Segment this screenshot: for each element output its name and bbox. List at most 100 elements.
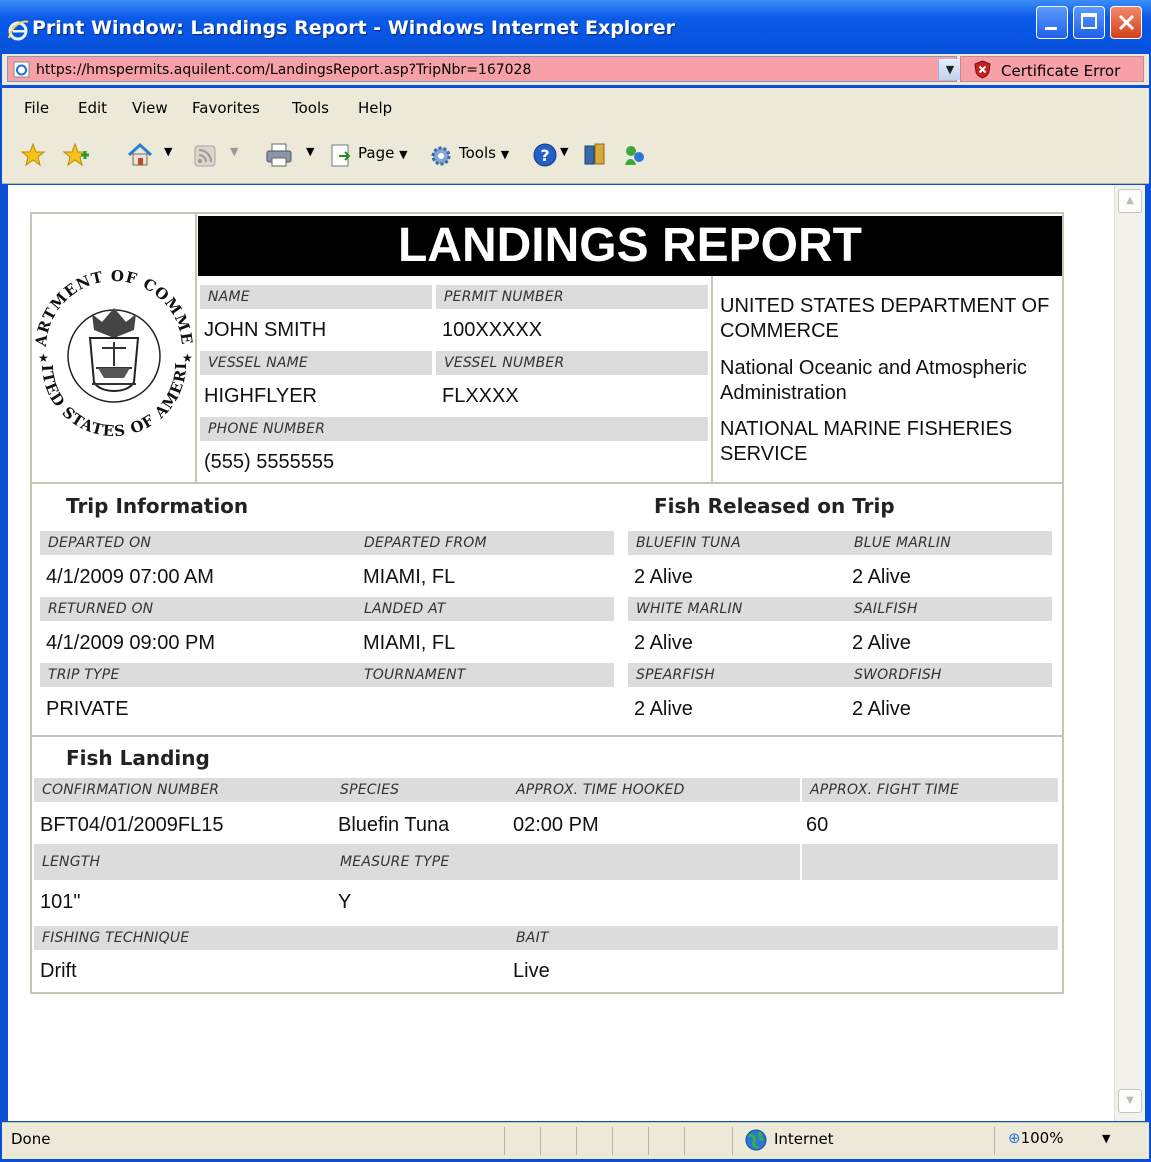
confirmation-number-value: BFT04/01/2009FL15: [40, 814, 224, 836]
menu-tools[interactable]: Tools: [292, 99, 329, 117]
zoom-button[interactable]: ⊕100%: [1008, 1129, 1063, 1147]
report-title: LANDINGS REPORT: [397, 219, 862, 272]
blue-marlin-label: BLUE MARLIN: [846, 531, 1052, 555]
measure-type-value: Y: [338, 891, 352, 913]
seal-star-left: ★: [38, 351, 49, 365]
permit-number-label: PERMIT NUMBER: [436, 285, 708, 309]
swordfish-label: SWORDFISH: [846, 663, 1052, 687]
vertical-scrollbar[interactable]: ▲ ▼: [1114, 185, 1145, 1121]
tools-dropdown-icon: ▼: [500, 148, 510, 161]
swordfish-value: 2 Alive: [852, 698, 911, 720]
time-hooked-value: 02:00 PM: [513, 814, 599, 836]
spearfish-value: 2 Alive: [634, 698, 693, 720]
certificate-error-button[interactable]: Certificate Error: [960, 56, 1144, 82]
fight-time-label: APPROX. FIGHT TIME: [802, 778, 1058, 802]
white-marlin-value: 2 Alive: [634, 632, 693, 654]
species-value: Bluefin Tuna: [338, 814, 450, 836]
divider: [648, 1127, 649, 1155]
close-button[interactable]: [1110, 6, 1142, 39]
departed-from-value: MIAMI, FL: [363, 566, 456, 588]
address-dropdown-button[interactable]: ▼: [938, 59, 961, 80]
feeds-icon[interactable]: [194, 145, 216, 167]
menu-help[interactable]: Help: [358, 99, 392, 117]
menu-edit[interactable]: Edit: [78, 99, 107, 117]
vessel-number-value: FLXXXX: [442, 385, 519, 407]
status-text: Done: [11, 1130, 51, 1148]
url-field[interactable]: https://hmspermits.aquilent.com/Landings…: [7, 56, 961, 82]
certificate-error-label: Certificate Error: [1001, 62, 1121, 80]
name-label: NAME: [200, 285, 432, 309]
menu-view[interactable]: View: [132, 99, 168, 117]
feeds-dropdown-icon[interactable]: ▼: [230, 145, 238, 158]
fishing-technique-value: Drift: [40, 960, 77, 982]
sailfish-label: SAILFISH: [846, 597, 1052, 621]
menu-file[interactable]: File: [24, 99, 49, 117]
minimize-button[interactable]: [1036, 6, 1068, 39]
bait-value: Live: [513, 960, 550, 982]
landed-at-label: LANDED AT: [356, 597, 614, 621]
trip-type-value: PRIVATE: [46, 698, 129, 720]
divider: [612, 1127, 613, 1155]
menu-favorites[interactable]: Favorites: [192, 99, 260, 117]
svg-text:?: ?: [540, 146, 549, 165]
org-dept-commerce: UNITED STATES DEPARTMENT OF COMMERCE: [720, 295, 1050, 342]
measure-type-label: MEASURE TYPE: [332, 844, 800, 880]
sailfish-value: 2 Alive: [852, 632, 911, 654]
ie-logo-icon: [8, 20, 29, 41]
internet-globe-icon: [745, 1129, 767, 1151]
divider: [32, 482, 1062, 484]
trip-type-label: TRIP TYPE: [40, 663, 356, 687]
bait-label: BAIT: [508, 926, 1058, 950]
scroll-up-button[interactable]: ▲: [1118, 189, 1142, 213]
home-dropdown-icon[interactable]: ▼: [164, 145, 172, 158]
help-dropdown-icon[interactable]: ▼: [560, 145, 568, 158]
divider: [576, 1127, 577, 1155]
vessel-name-label: VESSEL NAME: [200, 351, 432, 375]
title-bar[interactable]: Print Window: Landings Report - Windows …: [0, 0, 1151, 60]
messenger-icon[interactable]: [622, 142, 648, 168]
window-title: Print Window: Landings Report - Windows …: [32, 17, 676, 39]
white-marlin-label: WHITE MARLIN: [628, 597, 846, 621]
page-menu-label: Page: [358, 144, 395, 162]
zoom-dropdown-icon[interactable]: ▼: [1102, 1132, 1110, 1145]
security-zone-label: Internet: [774, 1130, 834, 1148]
favorites-star-icon[interactable]: [20, 142, 46, 168]
page-icon[interactable]: [330, 144, 352, 168]
maximize-button[interactable]: [1073, 6, 1105, 39]
fight-time-value: 60: [806, 814, 829, 836]
address-bar: https://hmspermits.aquilent.com/Landings…: [2, 54, 1149, 85]
page-dropdown-icon: ▼: [399, 148, 408, 161]
divider: [540, 1127, 541, 1155]
tools-menu-button[interactable]: Tools ▼: [459, 144, 509, 162]
print-dropdown-icon[interactable]: ▼: [306, 145, 314, 158]
fish-landing-heading: Fish Landing: [66, 746, 210, 770]
add-favorites-icon[interactable]: [62, 142, 90, 168]
bluefin-tuna-label: BLUEFIN TUNA: [628, 531, 846, 555]
arrow-down-icon: ▼: [1126, 1095, 1134, 1106]
home-icon[interactable]: [126, 142, 154, 168]
close-icon: [1118, 14, 1135, 31]
tournament-label: TOURNAMENT: [356, 663, 614, 687]
divider: [32, 735, 1062, 737]
fish-released-heading: Fish Released on Trip: [654, 494, 895, 518]
chevron-down-icon: ▼: [945, 63, 955, 76]
time-hooked-label: APPROX. TIME HOOKED: [508, 778, 800, 802]
scroll-down-button[interactable]: ▼: [1118, 1089, 1142, 1113]
url-text: https://hmspermits.aquilent.com/Landings…: [36, 62, 532, 78]
arrow-up-icon: ▲: [1126, 195, 1134, 206]
gear-icon[interactable]: [428, 143, 454, 169]
confirmation-number-label: CONFIRMATION NUMBER: [34, 778, 332, 802]
returned-on-label: RETURNED ON: [40, 597, 356, 621]
page-menu-button[interactable]: Page ▼: [358, 144, 408, 162]
phone-number-value: (555) 5555555: [204, 451, 335, 473]
blue-marlin-value: 2 Alive: [852, 566, 911, 588]
zoom-level: 100%: [1020, 1129, 1064, 1147]
research-icon[interactable]: [582, 142, 608, 168]
permit-number-value: 100XXXXX: [442, 319, 543, 341]
org-nmfs: NATIONAL MARINE FISHERIES SERVICE: [720, 418, 1013, 465]
print-icon[interactable]: [264, 142, 294, 168]
length-value: 101": [40, 891, 81, 913]
landings-report: DEPARTMENT OF COMMERCE UNITED STATES OF …: [30, 212, 1064, 994]
help-icon[interactable]: ?: [532, 142, 558, 168]
trip-information-heading: Trip Information: [66, 494, 249, 518]
